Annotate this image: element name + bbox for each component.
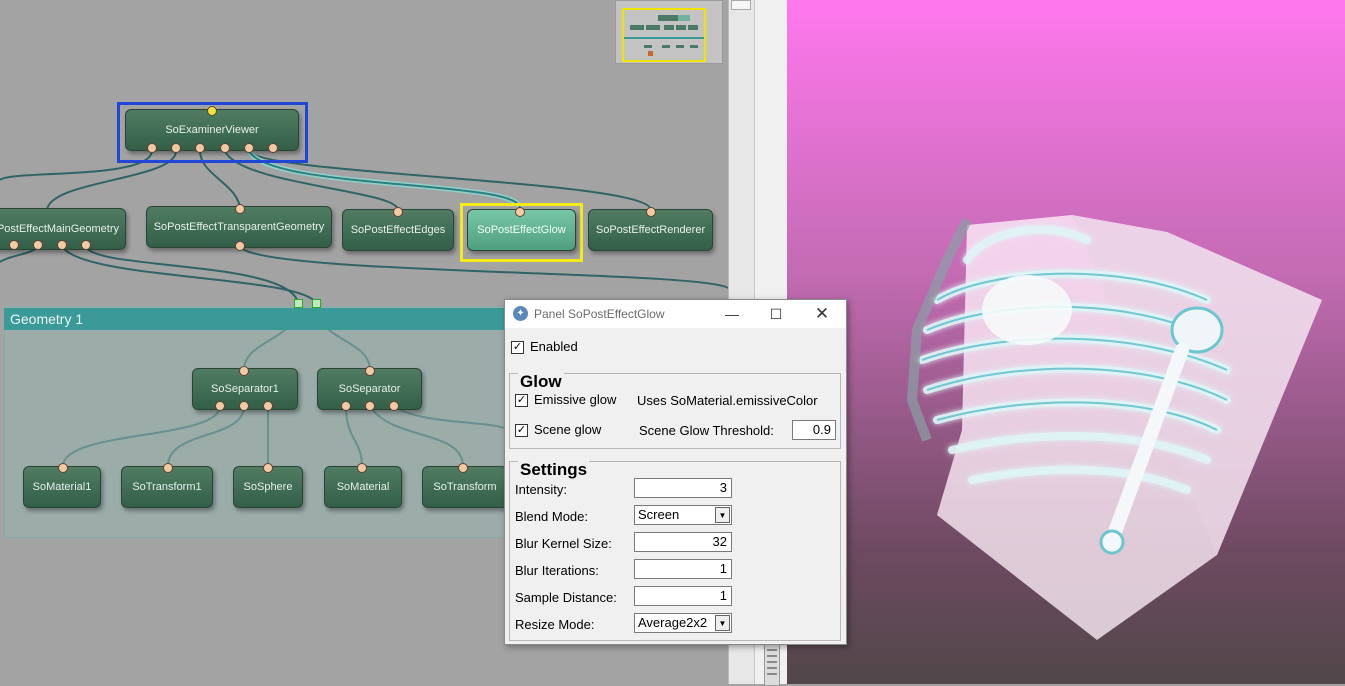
node-label: SoPostEffectTransparentGeometry xyxy=(153,221,325,233)
window-title: Panel SoPostEffectGlow xyxy=(534,307,665,321)
enabled-checkbox[interactable]: ✓ xyxy=(511,341,524,355)
node-label: SoSeparator1 xyxy=(211,383,279,395)
intensity-field[interactable]: 3 xyxy=(634,478,732,498)
glow-header: Glow xyxy=(518,372,564,392)
input-port[interactable] xyxy=(163,463,173,473)
emissive-glow-label: Emissive glow xyxy=(534,392,617,407)
node-label: SoPostEffectRenderer xyxy=(595,224,706,236)
panel-window[interactable]: ✦ Panel SoPostEffectGlow — ☐ ✕ ✓ Enabled … xyxy=(504,299,847,645)
group-title[interactable]: Geometry 1 xyxy=(4,308,544,330)
group-connector[interactable] xyxy=(312,299,321,308)
node-label: SoMaterial xyxy=(336,481,390,493)
input-port[interactable] xyxy=(207,106,217,116)
scene-glow-label: Scene glow xyxy=(534,422,602,437)
output-port[interactable] xyxy=(81,240,91,250)
output-port[interactable] xyxy=(195,143,205,153)
output-port[interactable] xyxy=(268,143,278,153)
node-label: SoPostEffectEdges xyxy=(350,224,446,236)
input-port[interactable] xyxy=(239,366,249,376)
blur-kernel-field[interactable]: 32 xyxy=(634,532,732,552)
input-port[interactable] xyxy=(365,366,375,376)
minimap-viewport-frame[interactable] xyxy=(622,8,706,62)
scene-glow-threshold-field[interactable]: 0.9 xyxy=(792,420,836,440)
resize-mode-select[interactable]: Average2x2 ▼ xyxy=(634,613,732,633)
rendered-ribcage-scene xyxy=(906,215,1322,640)
input-port[interactable] xyxy=(393,207,403,217)
blend-mode-select[interactable]: Screen ▼ xyxy=(634,505,732,525)
blend-mode-value: Screen xyxy=(638,507,680,522)
output-port[interactable] xyxy=(239,401,249,411)
scene-glow-row[interactable]: ✓ Scene glow xyxy=(515,422,602,438)
settings-header: Settings xyxy=(518,460,590,480)
input-port[interactable] xyxy=(646,207,656,217)
input-port[interactable] xyxy=(357,463,367,473)
emissive-glow-row[interactable]: ✓ Emissive glow xyxy=(515,392,617,408)
output-port[interactable] xyxy=(215,401,225,411)
scroll-up-button[interactable] xyxy=(731,0,751,10)
chevron-down-icon[interactable]: ▼ xyxy=(715,615,730,631)
emissive-note: Uses SoMaterial.emissiveColor xyxy=(637,393,818,408)
node-label: SoSeparator xyxy=(338,383,401,395)
sample-distance-field[interactable]: 1 xyxy=(634,586,732,606)
blur-iterations-label: Blur Iterations: xyxy=(515,563,599,578)
node-label: SoMaterial1 xyxy=(32,481,92,493)
output-port[interactable] xyxy=(235,241,245,251)
input-port[interactable] xyxy=(515,207,525,217)
blur-iterations-field[interactable]: 1 xyxy=(634,559,732,579)
output-port[interactable] xyxy=(171,143,181,153)
node-label: SoTransform1 xyxy=(132,481,202,493)
input-port[interactable] xyxy=(458,463,468,473)
scroll-thumb[interactable] xyxy=(764,644,780,686)
output-port[interactable] xyxy=(9,240,19,250)
enabled-row[interactable]: ✓ Enabled xyxy=(511,339,578,355)
close-icon[interactable]: ✕ xyxy=(807,304,837,324)
node-label: SoSphere xyxy=(243,481,293,493)
output-port[interactable] xyxy=(244,143,254,153)
blend-mode-label: Blend Mode: xyxy=(515,509,588,524)
output-port[interactable] xyxy=(220,143,230,153)
output-port[interactable] xyxy=(341,401,351,411)
resize-mode-label: Resize Mode: xyxy=(515,617,595,632)
group-connector[interactable] xyxy=(294,299,303,308)
output-port[interactable] xyxy=(147,143,157,153)
output-port[interactable] xyxy=(57,240,67,250)
scene-glow-threshold-label: Scene Glow Threshold: xyxy=(639,423,774,438)
3d-viewer[interactable] xyxy=(787,0,1345,684)
node-label: SoPostEffectGlow xyxy=(477,224,566,236)
input-port[interactable] xyxy=(263,463,273,473)
maximize-icon[interactable]: ☐ xyxy=(761,304,791,324)
chevron-down-icon[interactable]: ▼ xyxy=(715,507,730,523)
node-label: SoExaminerViewer xyxy=(165,124,259,136)
output-port[interactable] xyxy=(389,401,399,411)
node-label: SoTransform xyxy=(433,481,497,493)
blur-kernel-label: Blur Kernel Size: xyxy=(515,536,612,551)
title-bar[interactable]: ✦ Panel SoPostEffectGlow — ☐ ✕ xyxy=(505,300,846,328)
output-port[interactable] xyxy=(263,401,273,411)
intensity-label: Intensity: xyxy=(515,482,568,497)
graph-minimap[interactable] xyxy=(615,0,723,64)
output-port[interactable] xyxy=(33,240,43,250)
enabled-label: Enabled xyxy=(530,339,578,354)
scene-glow-checkbox[interactable]: ✓ xyxy=(515,424,528,438)
resize-mode-value: Average2x2 xyxy=(638,615,708,630)
input-port[interactable] xyxy=(58,463,68,473)
input-port[interactable] xyxy=(235,204,245,214)
node-label: PostEffectMainGeometry xyxy=(0,223,120,235)
app-icon: ✦ xyxy=(513,306,528,321)
output-port[interactable] xyxy=(365,401,375,411)
sample-distance-label: Sample Distance: xyxy=(515,590,617,605)
minimize-icon[interactable]: — xyxy=(717,304,747,324)
emissive-glow-checkbox[interactable]: ✓ xyxy=(515,394,528,408)
